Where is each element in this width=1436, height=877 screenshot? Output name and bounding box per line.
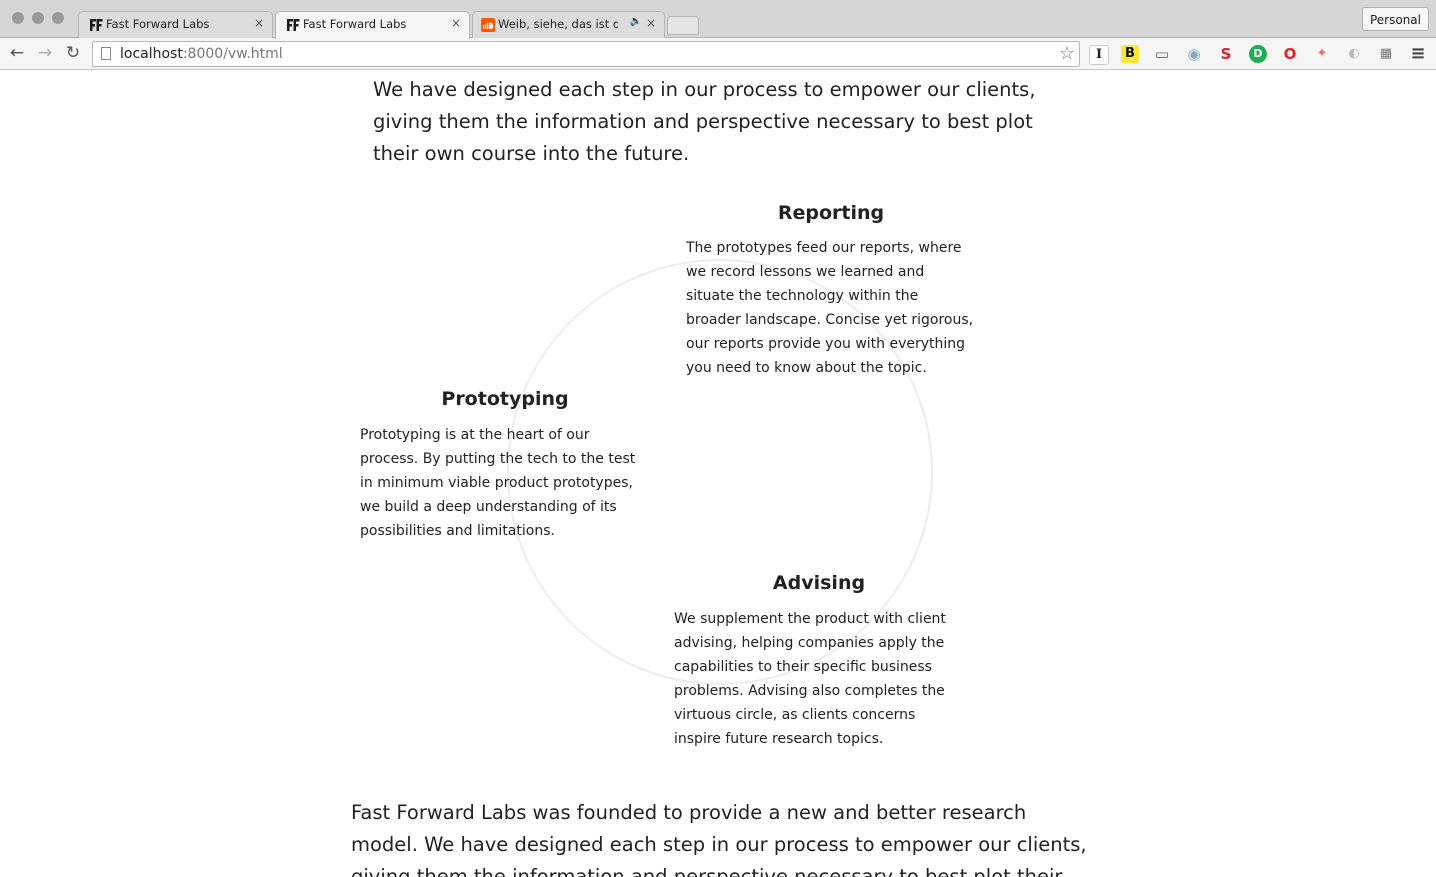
- tab-close-icon[interactable]: ×: [646, 16, 656, 30]
- bookmark-star-icon[interactable]: ☆: [1059, 43, 1075, 64]
- step-title-prototyping: Prototyping: [441, 388, 569, 410]
- tab-title: Weib, siehe, das ist dein: [498, 17, 618, 31]
- minimize-window-button[interactable]: [32, 12, 44, 24]
- intro-paragraph: We have designed each step in our proces…: [373, 78, 1036, 165]
- step-body-advising: We supplement the product with client ad…: [674, 611, 946, 747]
- step-title-advising: Advising: [772, 572, 866, 594]
- tab-fast-forward-labs-1[interactable]: Fast Forward Labs ×: [78, 11, 273, 38]
- d-circle-icon[interactable]: D: [1249, 45, 1267, 63]
- bold-b-icon[interactable]: B: [1121, 45, 1139, 63]
- step-prototyping: Prototyping Prototyping is at the heart …: [360, 388, 650, 543]
- new-tab-button[interactable]: [667, 16, 699, 35]
- page-icon: [101, 47, 111, 60]
- step-body-prototyping: Prototyping is at the heart of our proce…: [360, 427, 636, 539]
- step-title-reporting: Reporting: [777, 202, 885, 224]
- tab-fast-forward-labs-2[interactable]: Fast Forward Labs ×: [275, 11, 470, 39]
- close-window-button[interactable]: [12, 12, 24, 24]
- speaker-icon[interactable]: 🔈: [630, 16, 642, 27]
- s-logo-icon[interactable]: S: [1217, 45, 1235, 63]
- forward-button[interactable]: →: [34, 42, 56, 64]
- closing-paragraph: Fast Forward Labs was founded to provide…: [351, 801, 1087, 877]
- back-button[interactable]: ←: [6, 42, 28, 64]
- profile-button[interactable]: Personal: [1361, 7, 1429, 31]
- step-reporting: Reporting The prototypes feed our report…: [686, 202, 976, 380]
- tab-title: Fast Forward Labs: [303, 17, 407, 31]
- step-body-reporting: The prototypes feed our reports, where w…: [686, 240, 974, 376]
- tab-close-icon[interactable]: ×: [451, 16, 461, 30]
- opera-icon[interactable]: O: [1281, 45, 1299, 63]
- reload-button[interactable]: ↻: [62, 42, 84, 64]
- step-advising: Advising We supplement the product with …: [674, 572, 964, 751]
- cast-icon[interactable]: ▭: [1153, 45, 1171, 63]
- tab-strip: Fast Forward Labs × Fast Forward Labs × …: [0, 0, 1436, 39]
- tab-soundcloud[interactable]: Weib, siehe, das ist dein 🔈 ×: [472, 11, 665, 38]
- menu-icon[interactable]: ≡: [1409, 45, 1427, 63]
- page-content: We have designed each step in our proces…: [0, 70, 1436, 877]
- ff-logo-icon: [90, 19, 103, 31]
- puzzle-icon[interactable]: ▦: [1377, 45, 1395, 63]
- address-bar[interactable]: localhost:8000/vw.html ☆: [92, 41, 1080, 67]
- url-text[interactable]: localhost:8000/vw.html: [120, 46, 283, 62]
- zoom-window-button[interactable]: [52, 12, 64, 24]
- tab-title: Fast Forward Labs: [106, 17, 210, 31]
- bird-icon[interactable]: ✦: [1313, 45, 1331, 63]
- tab-close-icon[interactable]: ×: [254, 16, 264, 30]
- instapaper-icon[interactable]: I: [1089, 45, 1109, 65]
- leaf-icon[interactable]: ◐: [1345, 45, 1363, 63]
- soundcloud-icon: [481, 18, 495, 32]
- camera-icon[interactable]: ◉: [1185, 45, 1203, 63]
- ff-logo-icon: [287, 19, 300, 31]
- toolbar: ← → ↻ localhost:8000/vw.html ☆ I B ▭ ◉ S…: [0, 38, 1436, 70]
